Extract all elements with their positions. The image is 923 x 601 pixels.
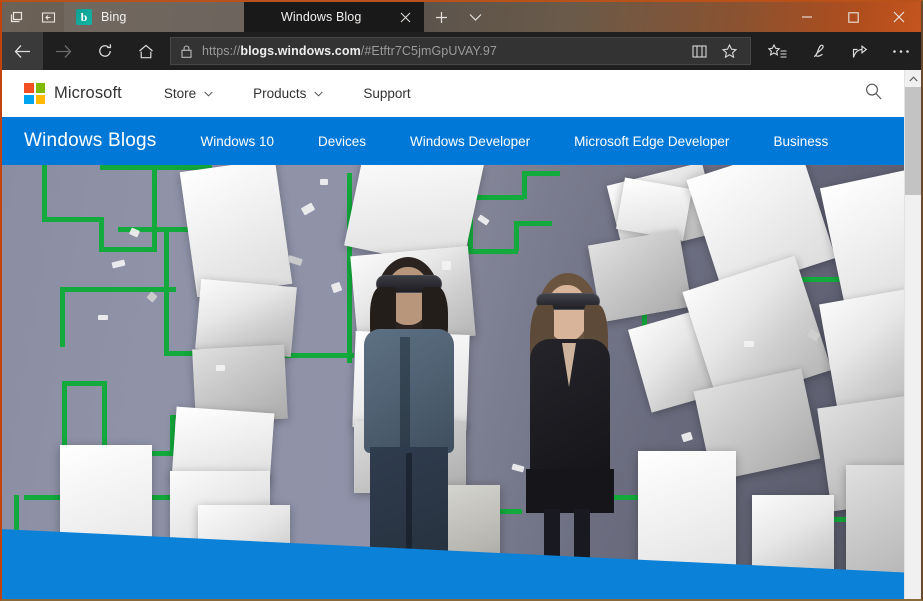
ms-nav-label: Support [363,86,411,101]
set-tabs-aside-icon[interactable] [33,2,64,32]
blogs-title[interactable]: Windows Blogs [24,130,156,152]
blog-nav-microsoft-edge-developer[interactable]: Microsoft Edge Developer [574,134,729,149]
tab-title: Windows Blog [281,10,362,24]
microsoft-global-header: Microsoft Store Products Support [2,70,921,117]
browser-tab-bing[interactable]: b Bing [64,2,244,32]
maximize-button[interactable] [830,2,876,32]
ms-nav-support[interactable]: Support [363,86,410,101]
hero-banner[interactable] [2,165,921,599]
scroll-up-arrow-icon[interactable] [905,70,921,87]
search-icon[interactable] [864,82,883,106]
chevron-down-icon [314,91,324,97]
favorite-star-icon[interactable] [714,38,744,64]
ms-nav-label: Store [163,86,197,101]
windows-icon [256,9,272,25]
reading-view-icon[interactable] [684,38,714,64]
microsoft-logo-icon [24,83,45,104]
blog-nav-windows-10[interactable]: Windows 10 [200,134,274,149]
address-bar[interactable]: https://blogs.windows.com/#Etftr7C5jmGpU… [170,37,751,65]
scrollbar-thumb[interactable] [905,87,921,195]
hero-image-hololens-scene [2,165,921,599]
tab-title: Bing [101,10,127,24]
back-button[interactable] [2,32,43,70]
microsoft-logo[interactable]: Microsoft [24,83,122,104]
close-icon[interactable] [392,4,418,30]
hub-icon[interactable] [757,32,798,70]
web-page-content: Microsoft Store Products Support Windows… [2,70,921,599]
blog-nav-business[interactable]: Business [773,134,828,149]
new-tab-button[interactable] [424,2,458,32]
microsoft-wordmark: Microsoft [54,84,122,102]
blog-nav-windows-developer[interactable]: Windows Developer [410,134,530,149]
edge-browser-window: b Bing Windows Blog https://blogs.window… [0,0,923,601]
more-options-icon[interactable] [880,32,921,70]
refresh-button[interactable] [84,32,125,70]
home-button[interactable] [125,32,166,70]
chevron-down-icon[interactable] [458,2,492,32]
share-icon[interactable] [839,32,880,70]
browser-tab-windows-blog[interactable]: Windows Blog [244,2,424,32]
titlebar-drag-area [492,2,784,32]
ms-nav-store[interactable]: Store [164,86,213,101]
browser-toolbar: https://blogs.windows.com/#Etftr7C5jmGpU… [2,32,921,70]
bing-icon: b [76,9,92,25]
ms-nav-products[interactable]: Products [253,86,324,101]
lock-icon [181,44,192,58]
close-button[interactable] [876,2,921,32]
url-text: https://blogs.windows.com/#Etftr7C5jmGpU… [202,44,497,58]
chevron-down-icon [204,91,213,97]
minimize-button[interactable] [784,2,830,32]
title-bar: b Bing Windows Blog [2,2,921,32]
forward-button[interactable] [43,32,84,70]
task-view-icon[interactable] [2,2,33,32]
person-right-hololens [518,273,622,599]
web-notes-pen-icon[interactable] [798,32,839,70]
windows-blogs-nav-bar: Windows Blogs Windows 10 Devices Windows… [2,117,921,165]
blog-nav-devices[interactable]: Devices [318,134,366,149]
ms-nav-label: Products [253,86,307,101]
vertical-scrollbar[interactable] [904,70,921,599]
